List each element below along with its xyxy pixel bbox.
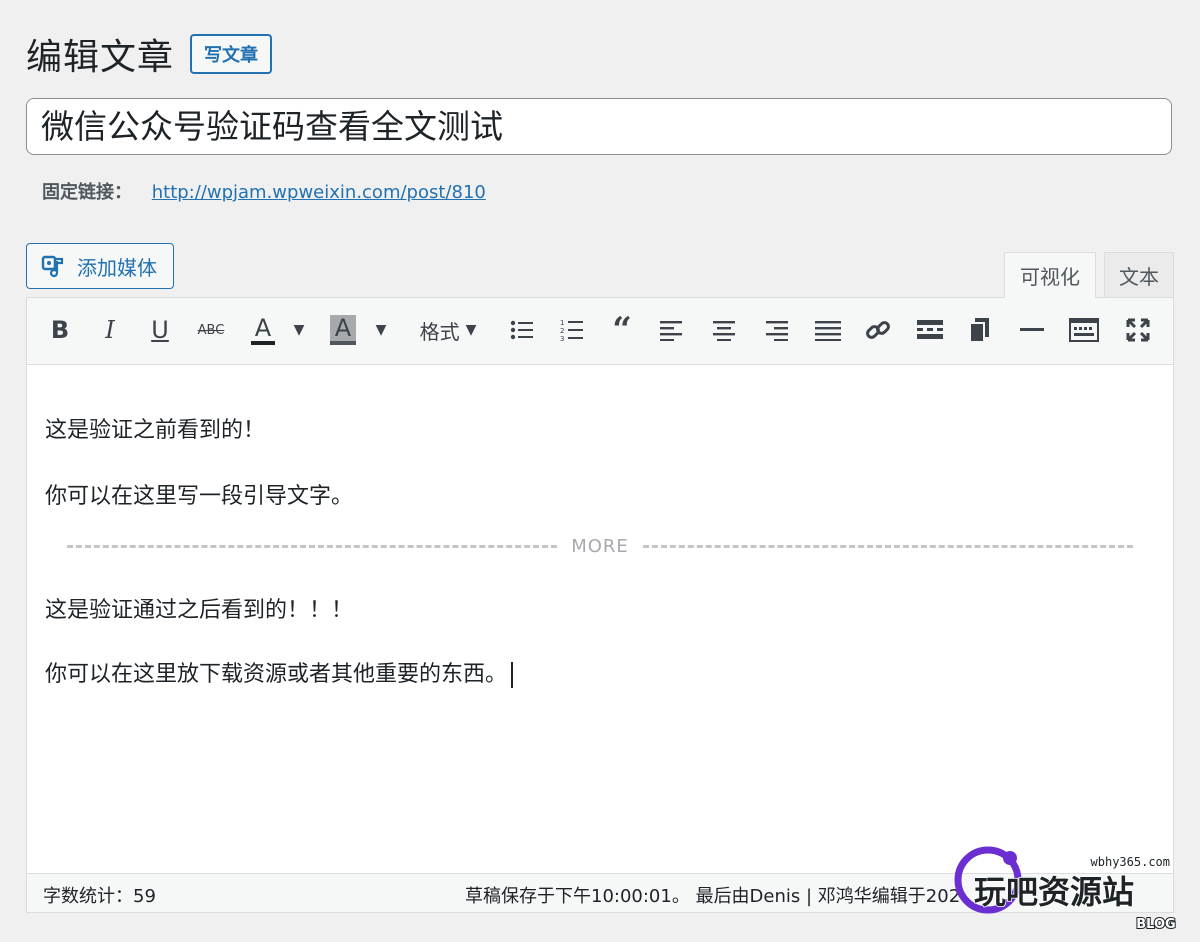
add-media-button[interactable]: 添加媒体 bbox=[26, 243, 174, 289]
paragraph: 这是验证通过之后看到的！！！ bbox=[45, 598, 354, 623]
text-color-icon: A bbox=[250, 315, 276, 345]
horizontal-line-icon bbox=[1020, 328, 1044, 331]
tab-text[interactable]: 文本 bbox=[1104, 252, 1174, 298]
format-label: 格式 bbox=[419, 319, 460, 344]
read-more-button[interactable] bbox=[915, 312, 945, 348]
text-caret bbox=[511, 662, 514, 688]
svg-text:2: 2 bbox=[560, 327, 564, 335]
numbered-list-icon: 123 bbox=[560, 319, 583, 342]
keyboard-icon bbox=[1069, 318, 1099, 342]
numbered-list-button[interactable]: 123 bbox=[557, 312, 587, 348]
align-center-button[interactable] bbox=[709, 312, 739, 348]
page-title: 编辑文章 bbox=[26, 37, 175, 78]
justify-button[interactable] bbox=[813, 312, 843, 348]
watermark-sub: BLOG bbox=[1136, 917, 1175, 932]
paragraph-with-caret: 你可以在这里放下载资源或者其他重要的东西。 bbox=[45, 656, 514, 688]
align-right-button[interactable] bbox=[761, 312, 791, 348]
underline-button[interactable]: U bbox=[145, 312, 175, 348]
text-color-button[interactable]: A bbox=[245, 312, 281, 348]
justify-icon bbox=[815, 321, 841, 341]
align-right-icon bbox=[766, 321, 788, 341]
text-color-dropdown-icon[interactable]: ▼ bbox=[289, 312, 309, 348]
editor-container: B I U ABC A ▼ A ▼ 格式 ▼ 123 “ 这是验证之前看到的！ … bbox=[26, 297, 1174, 913]
bullet-list-icon bbox=[510, 320, 533, 340]
align-left-button[interactable] bbox=[657, 312, 687, 348]
paragraph: 这是验证之前看到的！ bbox=[45, 418, 266, 443]
align-left-icon bbox=[660, 321, 682, 341]
svg-text:1: 1 bbox=[560, 319, 564, 327]
insert-link-button[interactable] bbox=[863, 312, 893, 348]
word-count: 字数统计：59 bbox=[43, 886, 156, 907]
fullscreen-icon bbox=[1126, 318, 1150, 342]
read-more-icon bbox=[917, 320, 943, 339]
fullscreen-button[interactable] bbox=[1123, 312, 1153, 348]
italic-button[interactable]: I bbox=[95, 312, 125, 348]
bold-button[interactable]: B bbox=[45, 312, 75, 348]
editor-toolbar: B I U ABC A ▼ A ▼ 格式 ▼ 123 “ bbox=[27, 298, 1173, 365]
strikethrough-button[interactable]: ABC bbox=[193, 312, 229, 348]
horizontal-line-button[interactable] bbox=[1017, 312, 1047, 348]
bg-color-dropdown-icon[interactable]: ▼ bbox=[371, 312, 391, 348]
paragraph-text: 你可以在这里放下载资源或者其他重要的东西。 bbox=[45, 662, 508, 687]
paragraph: 你可以在这里写一段引导文字。 bbox=[45, 484, 354, 509]
bg-color-icon: A bbox=[329, 315, 357, 345]
format-dropdown[interactable]: 格式 ▼ bbox=[413, 312, 483, 348]
paste-icon bbox=[969, 318, 989, 343]
add-new-post-button[interactable]: 写文章 bbox=[190, 34, 273, 74]
chevron-down-icon: ▼ bbox=[465, 322, 477, 338]
page-header: 编辑文章 写文章 bbox=[26, 28, 273, 80]
more-tag-divider[interactable]: MORE bbox=[67, 535, 1134, 557]
align-center-icon bbox=[713, 321, 735, 341]
permalink-label: 固定链接： bbox=[42, 182, 132, 203]
tab-visual[interactable]: 可视化 bbox=[1004, 252, 1096, 298]
more-dash-right bbox=[642, 544, 1134, 548]
more-dash-left bbox=[67, 544, 558, 548]
bg-color-button[interactable]: A bbox=[325, 312, 361, 348]
media-icon bbox=[41, 255, 64, 278]
autosave-status: 草稿保存于下午10:00:01。 最后由Denis | 邓鸿华编辑于202 bbox=[465, 886, 961, 907]
permalink-row: 固定链接： http://wpjam.wpweixin.com/post/810 bbox=[42, 178, 486, 204]
bullet-list-button[interactable] bbox=[507, 312, 537, 348]
blockquote-button[interactable]: “ bbox=[607, 310, 637, 350]
more-label: MORE bbox=[571, 535, 629, 557]
paste-text-button[interactable] bbox=[965, 312, 995, 348]
permalink-url-link[interactable]: http://wpjam.wpweixin.com/post/810 bbox=[152, 182, 486, 203]
link-icon bbox=[866, 321, 890, 339]
toolbar-toggle-button[interactable] bbox=[1067, 312, 1101, 348]
watermark-site: wbhy365.com bbox=[1091, 855, 1170, 869]
post-title-input[interactable]: 微信公众号验证码查看全文测试 bbox=[26, 98, 1172, 155]
svg-text:3: 3 bbox=[560, 335, 564, 342]
watermark-brand: 玩吧资源站 bbox=[974, 873, 1134, 911]
add-media-label: 添加媒体 bbox=[77, 255, 157, 280]
watermark-logo: wbhy365.com 玩吧资源站 BLOG bbox=[954, 846, 1177, 933]
